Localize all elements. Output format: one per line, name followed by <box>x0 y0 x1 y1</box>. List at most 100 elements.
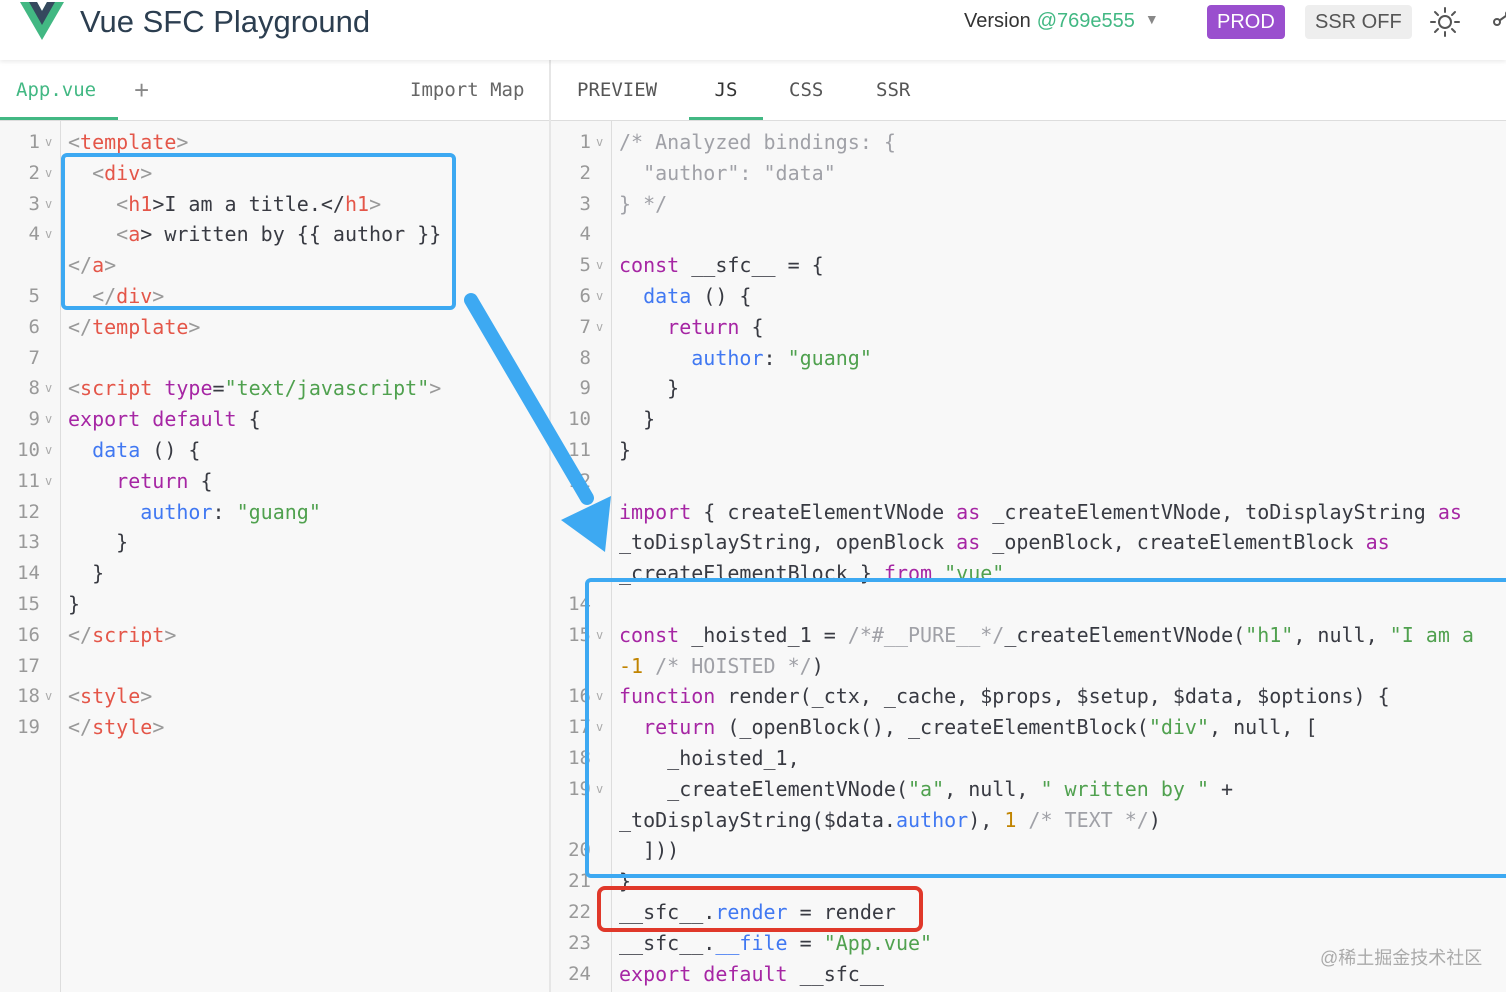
code-token: "App.vue" <box>823 930 933 955</box>
fold-chevron-icon[interactable]: v <box>596 681 603 712</box>
fold-chevron-icon[interactable]: v <box>45 189 52 220</box>
tab-css[interactable]: CSS <box>789 60 823 120</box>
line-number: 1 <box>579 131 591 153</box>
line-number: 4 <box>579 223 591 246</box>
compiled-js-output[interactable]: 1 v/* Analyzed bindings: {2 "author": "da… <box>551 121 1506 992</box>
code-line: 4 <box>551 219 1506 250</box>
import-map-tab[interactable]: Import Map <box>410 60 524 120</box>
code-token: as <box>1365 530 1390 555</box>
code-line: 10 v data () { <box>0 435 550 466</box>
code-token: import <box>619 499 692 524</box>
fold-chevron-icon[interactable]: v <box>45 158 52 189</box>
fold-chevron-icon[interactable]: v <box>596 712 603 743</box>
code-text: "author": "data" <box>619 158 836 189</box>
code-line: 15 v const _hoisted_1 = /*#__PURE__*/_crea… <box>551 620 1506 651</box>
line-number: 6 <box>579 285 591 307</box>
fold-chevron-icon[interactable]: v <box>45 373 52 404</box>
line-number: 6 <box>28 315 40 338</box>
sun-icon[interactable] <box>1429 6 1461 38</box>
add-file-button[interactable]: + <box>134 60 149 120</box>
code-token: } <box>619 438 632 462</box>
code-line: 3v <h1>I am a title.</h1> <box>0 189 550 220</box>
code-token: render(_ctx, _cache, $props, $setup, $da… <box>715 684 1390 709</box>
code-line: 7v return { <box>551 312 1506 343</box>
code-token: () { <box>140 438 201 462</box>
fold-chevron-icon[interactable]: v <box>45 127 52 158</box>
code-text: <h1>I am a title.</h1> <box>68 189 381 220</box>
file-tab-app-vue[interactable]: App.vue <box>0 60 118 120</box>
code-token: __sfc__ <box>787 961 884 986</box>
code-text: </div> <box>68 281 164 312</box>
code-line: -1 /* HOISTED */) <box>551 651 1506 682</box>
line-number: 18 <box>17 685 40 708</box>
tab-preview[interactable]: PREVIEW <box>577 60 657 120</box>
code-token: /* Analyzed bindings: { <box>619 130 896 154</box>
fold-chevron-icon[interactable]: v <box>596 127 603 158</box>
version-hash: @769e555 <box>1036 10 1135 32</box>
code-text: <template> <box>68 127 188 158</box>
share-icon[interactable] <box>1485 8 1506 36</box>
code-token: _hoisted_1 = <box>679 622 848 647</box>
code-token: _createElementVNode( <box>1004 622 1246 647</box>
ssr-toggle-button[interactable]: SSR OFF <box>1305 5 1412 39</box>
code-token: < <box>68 160 105 185</box>
fold-chevron-icon[interactable]: v <box>596 250 603 281</box>
code-token: ])) <box>619 838 680 863</box>
code-token: , null, <box>1293 622 1390 647</box>
line-number: 16 <box>568 685 591 708</box>
fold-chevron-icon[interactable]: v <box>596 774 603 805</box>
code-text: } */ <box>619 189 667 220</box>
code-line: 21} <box>551 866 1506 897</box>
line-number: 23 <box>568 931 591 954</box>
version-selector[interactable]: Version @769e555 ▼ <box>964 10 1159 33</box>
code-token: { <box>739 314 764 339</box>
line-number: 24 <box>568 962 591 985</box>
code-text: _createElementVNode("a", null, " written… <box>619 774 1233 805</box>
code-token: > <box>429 376 442 401</box>
prod-toggle-button[interactable]: PROD <box>1207 5 1285 39</box>
code-token: __sfc__ = { <box>679 253 824 278</box>
code-token: ) <box>811 653 824 678</box>
code-token: } <box>68 561 105 586</box>
line-number: 19 <box>568 777 591 800</box>
fold-chevron-icon[interactable]: v <box>45 404 52 435</box>
tab-js[interactable]: JS <box>689 60 763 120</box>
code-text: } <box>68 558 104 589</box>
code-text: __sfc__.render = render <box>619 897 896 928</box>
code-text: _hoisted_1, <box>619 743 800 774</box>
fold-chevron-icon[interactable]: v <box>596 312 603 343</box>
code-line: 18 v <style> <box>0 681 550 712</box>
code-text: ])) <box>619 835 679 866</box>
line-number: 10 <box>17 439 40 461</box>
fold-chevron-icon[interactable]: v <box>596 620 603 651</box>
code-token: "guang" <box>236 499 321 524</box>
code-token: export default <box>619 961 788 986</box>
code-token: () { <box>691 284 752 308</box>
code-token: { <box>236 407 261 432</box>
code-token: _hoisted_1, <box>619 746 800 770</box>
code-token: < <box>68 376 81 401</box>
code-token: div <box>116 284 153 308</box>
code-token: export default <box>68 407 237 432</box>
code-token: h1 <box>344 191 370 216</box>
fold-chevron-icon[interactable]: v <box>45 435 52 466</box>
fold-chevron-icon[interactable]: v <box>45 466 52 497</box>
chevron-down-icon[interactable]: ▼ <box>1145 11 1159 27</box>
code-text: const __sfc__ = { <box>619 250 824 281</box>
code-token: "text/javascript" <box>224 376 430 401</box>
tab-ssr[interactable]: SSR <box>876 60 910 120</box>
fold-chevron-icon[interactable]: v <box>45 681 52 712</box>
source-code-editor[interactable]: 1 v <template> 2 v <div> 3 v <h1>I am a title.… <box>0 121 550 992</box>
code-text: function render(_ctx, _cache, $props, $s… <box>619 681 1390 712</box>
code-token: function <box>619 684 716 709</box>
line-number: 11 <box>17 469 40 492</box>
code-token: </ <box>68 314 93 339</box>
code-token: } <box>68 530 129 555</box>
fold-chevron-icon[interactable]: v <box>596 281 603 312</box>
output-tabbar: PREVIEW JS CSS SSR <box>551 60 1506 121</box>
code-token: , null, [ <box>1209 715 1318 740</box>
code-line: 17 v return (_openBlock(), _createElement… <box>551 712 1506 743</box>
fold-chevron-icon[interactable]: v <box>45 219 52 250</box>
